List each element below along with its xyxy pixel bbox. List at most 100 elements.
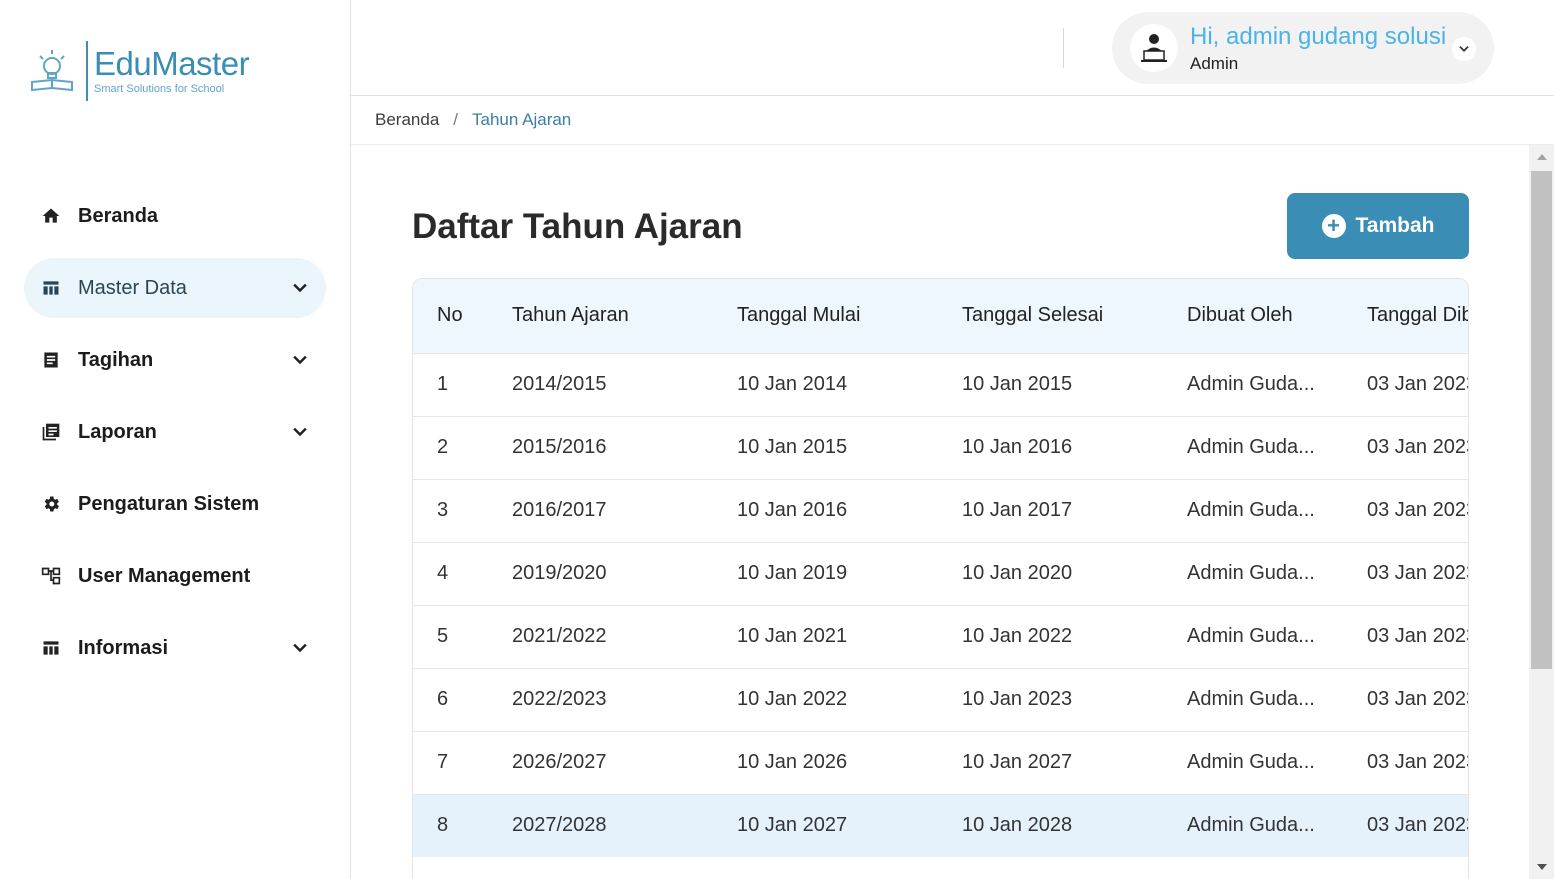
plus-circle-icon: + bbox=[1321, 214, 1346, 238]
cell-dibuat-oleh: Admin Guda... bbox=[1187, 751, 1315, 773]
table-header-row: No Tahun Ajaran Tanggal Mulai Tanggal Se… bbox=[413, 279, 1468, 353]
cell-dibuat-oleh: Admin Guda... bbox=[1187, 688, 1315, 710]
column-header-no[interactable]: No bbox=[413, 279, 488, 353]
sidebar-item-tagihan[interactable]: Tagihan bbox=[24, 330, 326, 390]
scroll-down-arrow-icon[interactable] bbox=[1529, 857, 1554, 877]
chevron-down-icon[interactable] bbox=[290, 278, 310, 298]
cell-tahun-ajaran: 2016/2017 bbox=[512, 499, 607, 521]
cell-tanggal-selesai: 10 Jan 2015 bbox=[962, 373, 1073, 395]
table-row[interactable]: 4 2019/2020 10 Jan 2019 10 Jan 2020 Admi… bbox=[413, 542, 1469, 605]
column-header-tahun-ajaran[interactable]: Tahun Ajaran bbox=[488, 279, 713, 353]
cell-tanggal-mulai: 10 Jan 2027 bbox=[737, 814, 848, 837]
cell-tanggal-mulai: 10 Jan 2026 bbox=[737, 751, 848, 773]
user-menu[interactable]: Hi, admin gudang solusi Admin bbox=[1112, 12, 1494, 84]
cell-tahun-ajaran: 2027/2028 bbox=[512, 814, 607, 837]
cell-dibuat-oleh: Admin Guda... bbox=[1187, 814, 1315, 837]
chevron-down-icon[interactable] bbox=[290, 350, 310, 370]
cell-dibuat-oleh: Admin Guda... bbox=[1187, 373, 1315, 395]
table-row[interactable]: 7 2026/2027 10 Jan 2026 10 Jan 2027 Admi… bbox=[413, 731, 1468, 794]
column-header-tanggal-dibuat[interactable]: Tanggal Dibuat bbox=[1343, 279, 1468, 353]
brand-logo[interactable]: EduMaster Smart Solutions for School bbox=[28, 40, 250, 102]
sidebar-item-informasi[interactable]: Informasi bbox=[24, 618, 326, 678]
add-button-label: Tambah bbox=[1355, 214, 1435, 237]
chevron-down-icon[interactable] bbox=[1452, 37, 1476, 61]
breadcrumb-home[interactable]: Beranda bbox=[375, 110, 439, 130]
breadcrumb: Beranda / Tahun Ajaran bbox=[351, 96, 1554, 145]
user-greeting: Hi, admin gudang solusi bbox=[1190, 23, 1447, 50]
sidebar-item-beranda[interactable]: Beranda bbox=[24, 186, 326, 246]
user-role: Admin bbox=[1190, 54, 1239, 73]
cell-tahun-ajaran: 2021/2022 bbox=[512, 625, 607, 647]
table-row[interactable]: 3 2016/2017 10 Jan 2016 10 Jan 2017 Admi… bbox=[413, 479, 1468, 542]
cell-no: 6 bbox=[437, 688, 449, 710]
chevron-down-icon[interactable] bbox=[290, 638, 310, 658]
cell-no: 8 bbox=[437, 814, 449, 837]
lightbulb-book-icon bbox=[28, 46, 78, 96]
table-icon bbox=[40, 277, 62, 299]
vertical-scrollbar[interactable] bbox=[1529, 145, 1554, 879]
cell-no: 3 bbox=[437, 499, 449, 521]
cell-tahun-ajaran: 2015/2016 bbox=[512, 436, 607, 458]
home-icon bbox=[40, 205, 62, 227]
cell-tanggal-mulai: 10 Jan 2014 bbox=[737, 373, 848, 395]
cell-tanggal-selesai: 10 Jan 2020 bbox=[962, 562, 1073, 584]
cell-tahun-ajaran: 2019/2020 bbox=[512, 562, 607, 584]
cell-tahun-ajaran: 2022/2023 bbox=[512, 688, 607, 710]
cell-dibuat-oleh: Admin Guda... bbox=[1187, 499, 1315, 521]
table-icon bbox=[40, 637, 62, 659]
cell-tanggal-mulai: 10 Jan 2021 bbox=[737, 625, 848, 647]
table-row[interactable]: 1 2014/2015 10 Jan 2014 10 Jan 2015 Admi… bbox=[413, 353, 1469, 416]
sidebar-item-label: Informasi bbox=[78, 636, 169, 659]
cell-tanggal-dibuat: 03 Jan 2023 bbox=[1367, 436, 1469, 458]
cell-tanggal-selesai: 10 Jan 2016 bbox=[962, 436, 1073, 458]
breadcrumb-separator: / bbox=[453, 110, 459, 129]
sidebar-item-pengaturan-sistem[interactable]: Pengaturan Sistem bbox=[24, 474, 326, 534]
chevron-down-icon[interactable] bbox=[290, 422, 310, 442]
cell-tanggal-selesai: 10 Jan 2023 bbox=[962, 688, 1073, 710]
sidebar-item-user-management[interactable]: User Management bbox=[24, 546, 326, 606]
sidebar-item-label: Beranda bbox=[78, 204, 159, 227]
brand-tagline: Smart Solutions for School bbox=[94, 83, 225, 95]
logo-divider bbox=[86, 41, 88, 101]
header-divider bbox=[1063, 28, 1064, 68]
cell-tanggal-selesai: 10 Jan 2017 bbox=[962, 499, 1073, 521]
gear-icon bbox=[40, 493, 62, 515]
table-row[interactable]: 5 2021/2022 10 Jan 2021 10 Jan 2022 Admi… bbox=[413, 605, 1469, 668]
add-button[interactable]: + Tambah bbox=[1287, 193, 1469, 259]
sidebar-item-label: Tagihan bbox=[78, 348, 154, 371]
page-title: Daftar Tahun Ajaran bbox=[412, 207, 743, 246]
cell-tanggal-dibuat: 03 Jan 2023 bbox=[1367, 373, 1469, 395]
column-header-tanggal-selesai[interactable]: Tanggal Selesai bbox=[938, 279, 1163, 353]
account-tree-icon bbox=[40, 565, 62, 587]
cell-tanggal-dibuat: 03 Jan 2023 bbox=[1367, 625, 1469, 647]
sidebar-item-master-data[interactable]: Master Data bbox=[24, 258, 326, 318]
cell-tanggal-selesai: 10 Jan 2027 bbox=[962, 751, 1073, 773]
sidebar: EduMaster Smart Solutions for School Ber… bbox=[0, 0, 351, 879]
cell-tahun-ajaran: 2014/2015 bbox=[512, 373, 607, 395]
scroll-up-arrow-icon[interactable] bbox=[1529, 147, 1554, 167]
cell-tanggal-mulai: 10 Jan 2022 bbox=[737, 688, 848, 710]
data-table: No Tahun Ajaran Tanggal Mulai Tanggal Se… bbox=[412, 278, 1469, 879]
cell-tanggal-mulai: 10 Jan 2016 bbox=[737, 499, 848, 521]
brand-name: EduMaster bbox=[94, 45, 250, 82]
sidebar-item-label: User Management bbox=[78, 564, 251, 587]
admin-avatar-icon bbox=[1130, 24, 1178, 72]
column-header-tanggal-mulai[interactable]: Tanggal Mulai bbox=[713, 279, 938, 353]
table-row[interactable]: 2 2015/2016 10 Jan 2015 10 Jan 2016 Admi… bbox=[413, 416, 1469, 479]
cell-tanggal-mulai: 10 Jan 2015 bbox=[737, 436, 848, 458]
cell-dibuat-oleh: Admin Guda... bbox=[1187, 562, 1315, 584]
cell-no: 7 bbox=[437, 751, 449, 773]
column-header-dibuat-oleh[interactable]: Dibuat Oleh bbox=[1163, 279, 1343, 353]
library-books-icon bbox=[40, 421, 62, 443]
cell-no: 2 bbox=[437, 436, 449, 458]
sidebar-nav: Beranda Master Data Tagihan Laporan Peng… bbox=[24, 186, 326, 690]
sidebar-item-laporan[interactable]: Laporan bbox=[24, 402, 326, 462]
table-row-selected[interactable]: 8 2027/2028 10 Jan 2027 10 Jan 2028 Admi… bbox=[413, 794, 1468, 857]
cell-no: 4 bbox=[437, 562, 449, 584]
cell-tanggal-dibuat: 03 Jan 2023 bbox=[1367, 562, 1469, 584]
cell-no: 5 bbox=[437, 625, 449, 647]
table-row[interactable]: 6 2022/2023 10 Jan 2022 10 Jan 2023 Admi… bbox=[413, 668, 1468, 731]
scrollbar-thumb[interactable] bbox=[1531, 171, 1552, 669]
top-bar: Hi, admin gudang solusi Admin bbox=[351, 0, 1554, 96]
cell-dibuat-oleh: Admin Guda... bbox=[1187, 436, 1315, 458]
